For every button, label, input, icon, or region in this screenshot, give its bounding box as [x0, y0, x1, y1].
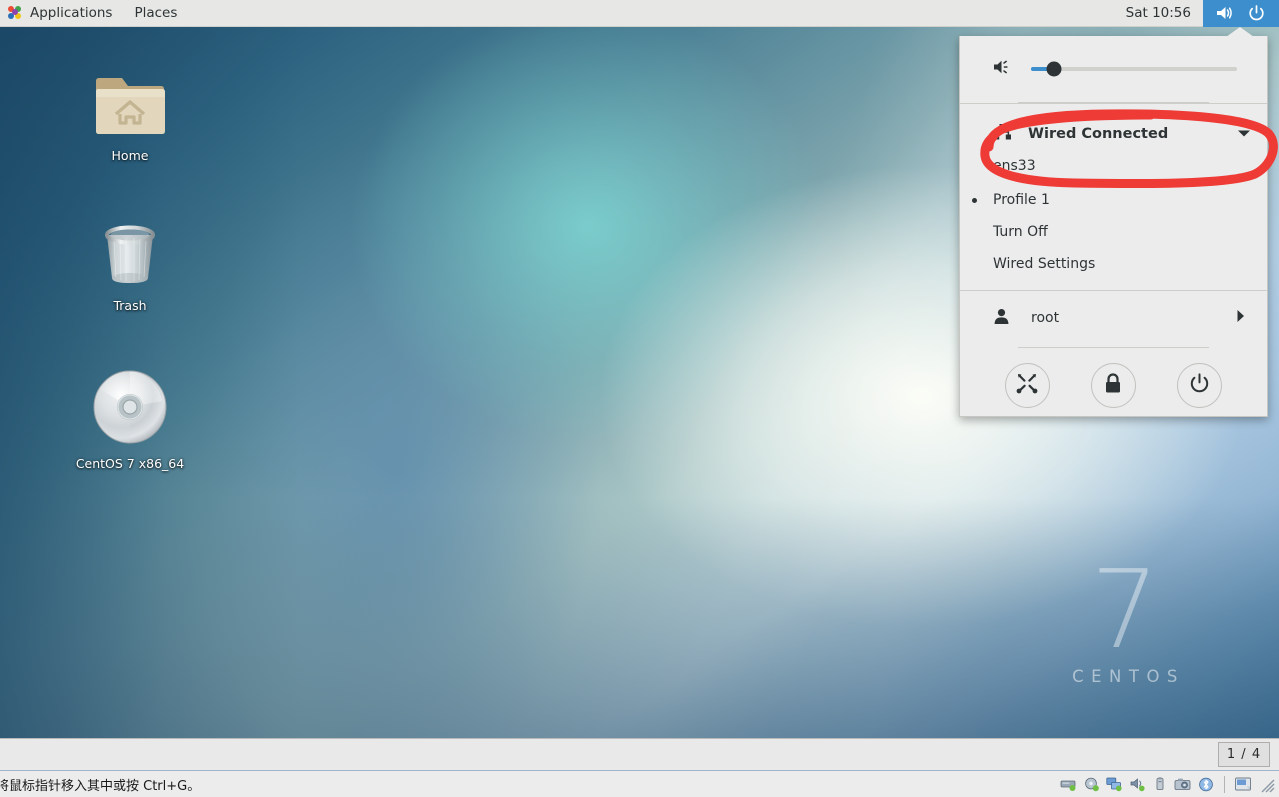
- wallpaper-bottom-shade: [0, 498, 1279, 738]
- lock-button[interactable]: [1090, 362, 1136, 408]
- network-adapter-icon[interactable]: [1104, 775, 1124, 794]
- user-avatar-icon: [993, 308, 1010, 329]
- folder-home-icon: [90, 67, 170, 143]
- volume-slider-handle[interactable]: [1046, 61, 1062, 77]
- desktop-icon-trash[interactable]: Trash: [71, 217, 189, 313]
- network-section-header[interactable]: Wired Connected: [960, 116, 1267, 152]
- menu-divider: [960, 290, 1267, 291]
- volume-high-icon: [1216, 5, 1234, 21]
- system-action-buttons: [960, 348, 1267, 422]
- hard-disk-icon[interactable]: [1058, 775, 1078, 794]
- optical-disc-icon: [90, 367, 170, 451]
- network-device-name: ens33: [993, 158, 1036, 174]
- user-name-label: root: [1031, 310, 1060, 326]
- gnome-top-bar: Applications Places Sat 10:56: [0, 0, 1279, 27]
- volume-medium-icon: [993, 58, 1013, 80]
- wired-network-icon: [993, 123, 1012, 145]
- bluetooth-icon[interactable]: [1196, 775, 1216, 794]
- applications-grid-icon: [8, 5, 23, 21]
- power-icon: [1189, 372, 1210, 398]
- desktop-icon-label: Trash: [113, 298, 147, 313]
- applications-menu-label: Applications: [30, 5, 113, 21]
- desktop-icon-home[interactable]: Home: [71, 67, 189, 163]
- resize-grip-icon[interactable]: [1258, 776, 1275, 793]
- desktop-icon-cdrom[interactable]: CentOS 7 x86_64: [71, 367, 189, 471]
- menu-divider: [960, 103, 1267, 104]
- places-menu-label: Places: [134, 5, 178, 21]
- vmware-window: 7 CENTOS Home Trash CentOS 7 x86_64 Appl…: [0, 0, 1279, 797]
- power-button[interactable]: [1177, 362, 1223, 408]
- network-menu-item-profile-1[interactable]: Profile 1: [960, 184, 1267, 216]
- cd-dvd-icon[interactable]: [1081, 775, 1101, 794]
- volume-slider-row[interactable]: [960, 36, 1267, 102]
- network-menu-item-label: Profile 1: [993, 192, 1050, 208]
- network-menu-item-turn-off[interactable]: Turn Off: [960, 216, 1267, 248]
- power-icon: [1248, 4, 1265, 22]
- sound-card-icon[interactable]: [1127, 775, 1147, 794]
- tray-separator: [1224, 775, 1225, 793]
- network-menu-item-wired-settings[interactable]: Wired Settings: [960, 248, 1267, 280]
- camera-icon[interactable]: [1173, 775, 1193, 794]
- network-menu-item-label: Turn Off: [993, 224, 1048, 240]
- desktop-icon-label: CentOS 7 x86_64: [75, 456, 185, 471]
- workspace-indicator[interactable]: 1 / 4: [1218, 742, 1270, 767]
- user-menu-row[interactable]: root: [960, 299, 1267, 337]
- system-menu-button[interactable]: [1203, 0, 1279, 27]
- trash-bin-icon: [90, 217, 170, 293]
- network-status-label: Wired Connected: [1028, 126, 1169, 142]
- tools-icon: [1016, 372, 1038, 398]
- status-message: 将鼠标指针移入其中或按 Ctrl+G。: [0, 778, 201, 794]
- vmware-status-bar: 将鼠标指针移入其中或按 Ctrl+G。: [0, 770, 1279, 797]
- centos-watermark: 7 CENTOS: [1035, 548, 1215, 687]
- system-menu-popup: Wired Connected ens33 Profile 1 Turn Off…: [959, 36, 1268, 417]
- desktop-icon-label: Home: [111, 148, 149, 163]
- vmware-device-tray: [1058, 775, 1279, 794]
- watermark-brand-name: CENTOS: [1072, 667, 1185, 686]
- settings-button[interactable]: [1004, 362, 1050, 408]
- display-icon[interactable]: [1233, 775, 1253, 794]
- watermark-version-number: 7: [1090, 548, 1160, 673]
- volume-slider[interactable]: [1031, 61, 1237, 77]
- selected-bullet-icon: [972, 197, 977, 203]
- network-menu-item-label: Wired Settings: [993, 256, 1096, 272]
- places-menu[interactable]: Places: [123, 0, 188, 27]
- clock[interactable]: Sat 10:56: [1114, 5, 1203, 21]
- applications-menu[interactable]: Applications: [0, 0, 123, 27]
- chevron-right-icon[interactable]: [1236, 309, 1245, 327]
- usb-device-icon[interactable]: [1150, 775, 1170, 794]
- chevron-down-icon[interactable]: [1237, 126, 1251, 142]
- lock-icon: [1104, 372, 1122, 398]
- workspace-bar: 1 / 4: [0, 738, 1279, 770]
- system-menu-pointer: [1226, 27, 1254, 37]
